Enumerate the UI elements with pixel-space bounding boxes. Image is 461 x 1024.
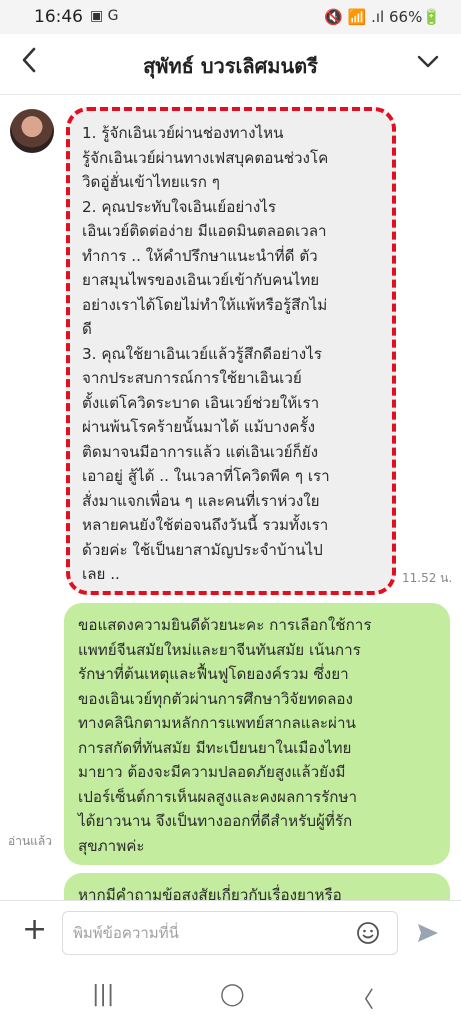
plus-icon[interactable]: + — [22, 915, 47, 945]
home-icon[interactable]: ◯ — [220, 982, 245, 1007]
avatar[interactable] — [10, 109, 54, 153]
read-receipt: อ่านแล้ว — [8, 834, 52, 848]
back-icon[interactable]: 〈 — [352, 982, 374, 1014]
outgoing-message-bubble-2[interactable]: หากมีคำถามข้อสงสัยเกี่ยวกับเรื่องยาหรือ — [64, 873, 450, 900]
send-icon[interactable] — [416, 922, 440, 944]
status-bar: 16:46 ▣ G 🔇 📶 .ıl 66%🔋 — [0, 0, 461, 34]
smiley-icon[interactable] — [356, 921, 380, 945]
chat-title: สุพัทธ์ บวรเลิศมนตรี — [143, 54, 318, 78]
outgoing-message-bubble[interactable]: ขอแสดงความยินดีด้วยนะคะ การเลือกใช้การ แ… — [64, 603, 450, 865]
incoming-message-time: 11.52 น. — [402, 571, 453, 585]
chat-header: สุพัทธ์ บวรเลิศมนตรี — [0, 34, 461, 95]
message-input[interactable] — [62, 911, 398, 955]
status-notification-icons: ▣ G — [90, 8, 119, 24]
chevron-down-icon[interactable] — [415, 48, 441, 74]
incoming-message-bubble[interactable]: 1. รู้จักเอินเวย์ผ่านช่องทางไหน รู้จักเอ… — [66, 107, 396, 595]
status-time: 16:46 — [34, 7, 83, 27]
recent-apps-icon[interactable]: ||| — [92, 982, 114, 1007]
chat-area[interactable]: 1. รู้จักเอินเวย์ผ่านช่องทางไหน รู้จักเอ… — [0, 95, 461, 900]
back-chevron-icon[interactable] — [20, 46, 38, 81]
system-nav-bar: ||| ◯ 〈 — [0, 964, 461, 1024]
status-system-icons: 🔇 📶 .ıl 66%🔋 — [324, 8, 441, 26]
message-composer: + — [0, 900, 461, 965]
